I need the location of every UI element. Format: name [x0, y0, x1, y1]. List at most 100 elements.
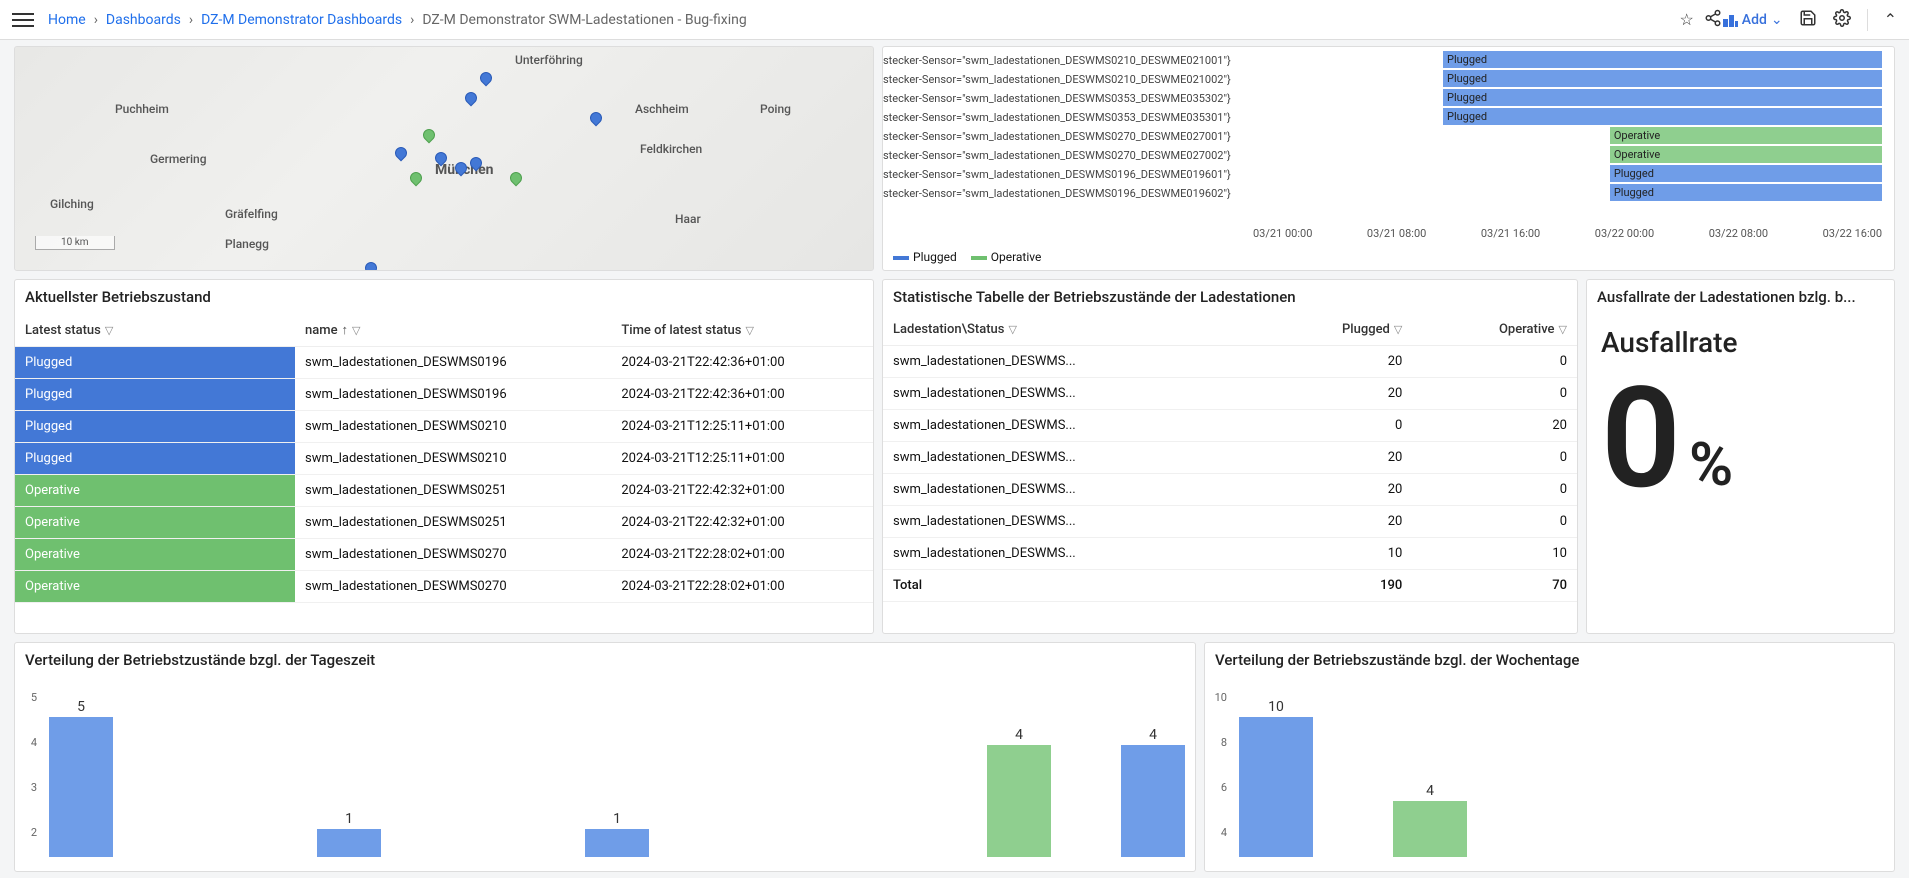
time-tick: 03/22 08:00 [1709, 227, 1768, 240]
sensor-list: stecker-Sensor="swm_ladestationen_DESWMS… [883, 51, 1231, 203]
time-cell: 2024-03-21T22:42:36+01:00 [611, 379, 873, 411]
plugged-cell: 20 [1262, 346, 1412, 378]
col-status[interactable]: Latest status▽ [15, 314, 295, 347]
plugged-cell: 20 [1262, 506, 1412, 538]
legend-plugged: Plugged [913, 250, 957, 264]
chevron-up-icon[interactable]: ⌃ [1884, 10, 1897, 29]
status-bar: Operative [1610, 127, 1882, 144]
operative-cell: 20 [1412, 410, 1577, 442]
status-cell: Operative [15, 475, 295, 507]
filter-icon[interactable]: ▽ [1394, 323, 1402, 336]
breadcrumb-home[interactable]: Home [48, 12, 86, 28]
plugged-cell: 20 [1262, 442, 1412, 474]
weekday-chart: 10864 104 [1205, 677, 1894, 857]
table-row[interactable]: Operativeswm_ladestationen_DESWMS0251202… [15, 507, 873, 539]
breadcrumb-sep: › [94, 12, 98, 28]
operative-cell: 0 [1412, 378, 1577, 410]
col-name[interactable]: name↑▽ [295, 314, 611, 347]
station-cell: swm_ladestationen_DESWMS... [883, 346, 1262, 378]
table-row[interactable]: Pluggedswm_ladestationen_DESWMS01962024-… [15, 347, 873, 379]
breadcrumb-current: DZ-M Demonstrator SWM-Ladestationen - Bu… [422, 12, 746, 28]
table-row[interactable]: swm_ladestationen_DESWMS...200 [883, 474, 1577, 506]
table-row[interactable]: Operativeswm_ladestationen_DESWMS0270202… [15, 571, 873, 603]
col-operative[interactable]: Operative▽ [1412, 314, 1577, 346]
table-row[interactable]: Operativeswm_ladestationen_DESWMS0251202… [15, 475, 873, 507]
table-row[interactable]: swm_ladestationen_DESWMS...200 [883, 506, 1577, 538]
status-cell: Plugged [15, 443, 295, 475]
breadcrumb-dashboards[interactable]: Dashboards [106, 12, 181, 28]
station-cell: swm_ladestationen_DESWMS... [883, 442, 1262, 474]
status-cell: Plugged [15, 379, 295, 411]
y-axis: 10864 [1211, 691, 1227, 839]
status-bar: Plugged [1443, 70, 1882, 87]
sensor-label: stecker-Sensor="swm_ladestationen_DESWMS… [883, 108, 1231, 127]
name-cell: swm_ladestationen_DESWMS0210 [295, 443, 611, 475]
status-bar: Plugged [1610, 165, 1882, 182]
table-row[interactable]: Pluggedswm_ladestationen_DESWMS02102024-… [15, 411, 873, 443]
ausfall-panel: Ausfallrate der Ladestationen bzlg. b...… [1586, 279, 1895, 634]
bar: 1 [317, 811, 381, 857]
table-row[interactable]: Operativeswm_ladestationen_DESWMS0270202… [15, 539, 873, 571]
status-bar: Operative [1610, 146, 1882, 163]
operative-cell: 10 [1412, 538, 1577, 570]
filter-icon[interactable]: ▽ [1008, 323, 1016, 336]
name-cell: swm_ladestationen_DESWMS0196 [295, 379, 611, 411]
table-row[interactable]: swm_ladestationen_DESWMS...200 [883, 442, 1577, 474]
map-city-label: Germering [150, 152, 207, 166]
menu-icon[interactable] [12, 9, 34, 31]
add-label: Add [1742, 12, 1767, 28]
plugged-cell: 0 [1262, 410, 1412, 442]
map-city-label: Gilching [50, 197, 94, 211]
map-city-label: Puchheim [115, 102, 169, 116]
breadcrumb-parent[interactable]: DZ-M Demonstrator Dashboards [201, 12, 402, 28]
station-cell: swm_ladestationen_DESWMS... [883, 474, 1262, 506]
map-city-label: Haar [675, 212, 701, 226]
status-cell: Operative [15, 539, 295, 571]
filter-icon[interactable]: ▽ [352, 324, 360, 337]
topbar: Home › Dashboards › DZ-M Demonstrator Da… [0, 0, 1909, 40]
chevron-down-icon: ⌄ [1771, 12, 1783, 28]
col-time[interactable]: Time of latest status▽ [611, 314, 873, 347]
share-icon[interactable] [1704, 9, 1722, 31]
plugged-cell: 20 [1262, 378, 1412, 410]
total-label: Total [883, 570, 1262, 602]
filter-icon[interactable]: ▽ [745, 324, 753, 337]
time-axis: 03/21 00:00 03/21 08:00 03/21 16:00 03/2… [1253, 227, 1882, 240]
panel-title: Ausfallrate der Ladestationen bzlg. b... [1587, 280, 1894, 314]
save-icon[interactable] [1799, 9, 1817, 31]
ausfall-value: 0% [1601, 369, 1880, 509]
table-row[interactable]: Pluggedswm_ladestationen_DESWMS02102024-… [15, 443, 873, 475]
name-cell: swm_ladestationen_DESWMS0270 [295, 571, 611, 603]
star-icon[interactable]: ☆ [1679, 10, 1693, 29]
sensor-label: stecker-Sensor="swm_ladestationen_DESWMS… [883, 89, 1231, 108]
station-cell: swm_ladestationen_DESWMS... [883, 506, 1262, 538]
col-station[interactable]: Ladestation\Status▽ [883, 314, 1262, 346]
table-row[interactable]: Pluggedswm_ladestationen_DESWMS01962024-… [15, 379, 873, 411]
bar: 10 [1239, 699, 1313, 857]
gear-icon[interactable] [1833, 9, 1851, 31]
plugged-cell: 20 [1262, 474, 1412, 506]
status-bar: Plugged [1610, 184, 1882, 201]
panel-title: Verteilung der Betriebstzustände bzgl. d… [15, 643, 1195, 677]
map-city-label: Unterföhring [515, 53, 583, 67]
status-panel: Aktuellster Betriebszustand Latest statu… [14, 279, 874, 634]
sort-asc-icon[interactable]: ↑ [342, 323, 349, 338]
legend-swatch [971, 256, 987, 260]
table-row[interactable]: swm_ladestationen_DESWMS...200 [883, 346, 1577, 378]
operative-cell: 0 [1412, 346, 1577, 378]
filter-icon[interactable]: ▽ [105, 324, 113, 337]
add-button[interactable]: Add ⌄ [1722, 12, 1783, 28]
stat-table: Ladestation\Status▽ Plugged▽ Operative▽ … [883, 314, 1577, 602]
time-cell: 2024-03-21T22:28:02+01:00 [611, 571, 873, 603]
time-tick: 03/21 08:00 [1367, 227, 1426, 240]
table-row[interactable]: swm_ladestationen_DESWMS...1010 [883, 538, 1577, 570]
daytime-chart-panel: Verteilung der Betriebstzustände bzgl. d… [14, 642, 1196, 872]
table-row[interactable]: swm_ladestationen_DESWMS...200 [883, 378, 1577, 410]
table-row[interactable]: swm_ladestationen_DESWMS...020 [883, 410, 1577, 442]
filter-icon[interactable]: ▽ [1559, 323, 1567, 336]
status-cell: Plugged [15, 347, 295, 379]
map-panel[interactable]: Unterföhring Puchheim Aschheim Poing Ger… [14, 46, 874, 271]
breadcrumb-sep: › [189, 12, 193, 28]
map-city-label: Feldkirchen [640, 142, 702, 156]
col-plugged[interactable]: Plugged▽ [1262, 314, 1412, 346]
